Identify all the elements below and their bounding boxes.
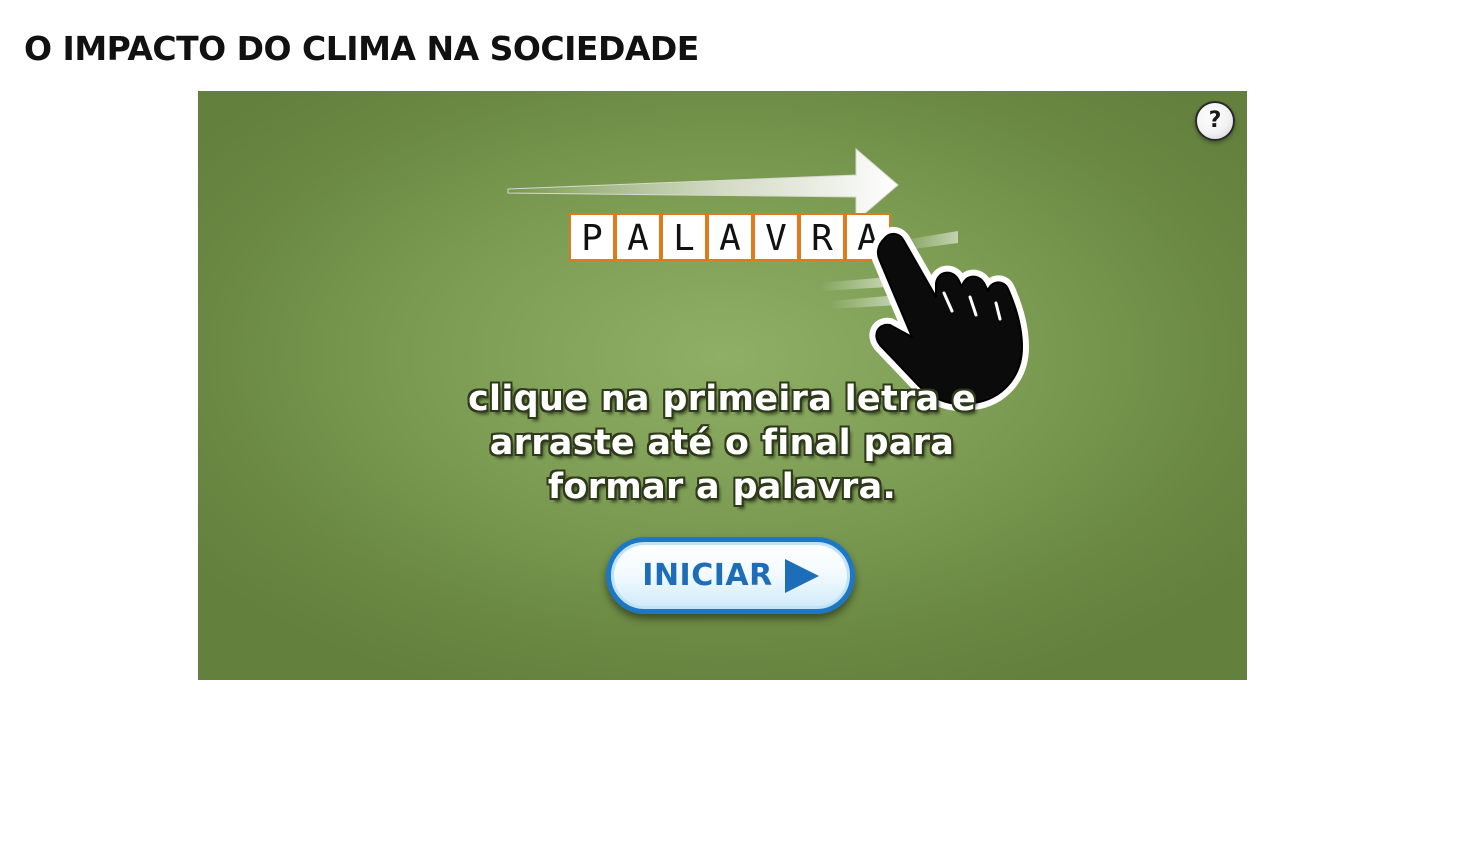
instruction-line: arraste até o final para: [489, 423, 955, 463]
instruction-line: clique na primeira letra e: [467, 379, 976, 419]
letter-tile-text: P: [581, 218, 603, 259]
question-mark-icon: ?: [1208, 108, 1222, 133]
letter-tile-text: A: [719, 218, 741, 259]
letter-tile-text: V: [765, 218, 787, 259]
letter-tile-text: L: [673, 218, 695, 259]
play-arrow-icon: [784, 558, 819, 593]
help-button[interactable]: ?: [1195, 101, 1235, 141]
page-title: O IMPACTO DO CLIMA NA SOCIEDADE: [24, 29, 699, 68]
instructions-text: clique na primeira letra e arraste até o…: [422, 377, 1022, 509]
game-stage[interactable]: PALAVRA ? clique na primeira letra e arr…: [198, 91, 1247, 680]
start-button-label: INICIAR: [642, 558, 773, 593]
arrow-right-icon: [507, 147, 899, 223]
letter-tile-text: A: [627, 218, 649, 259]
example-word-tiles: PALAVRA: [569, 213, 891, 261]
start-button[interactable]: INICIAR: [606, 537, 855, 614]
instruction-line: formar a palavra.: [547, 467, 897, 507]
letter-tile-text: R: [811, 218, 833, 259]
